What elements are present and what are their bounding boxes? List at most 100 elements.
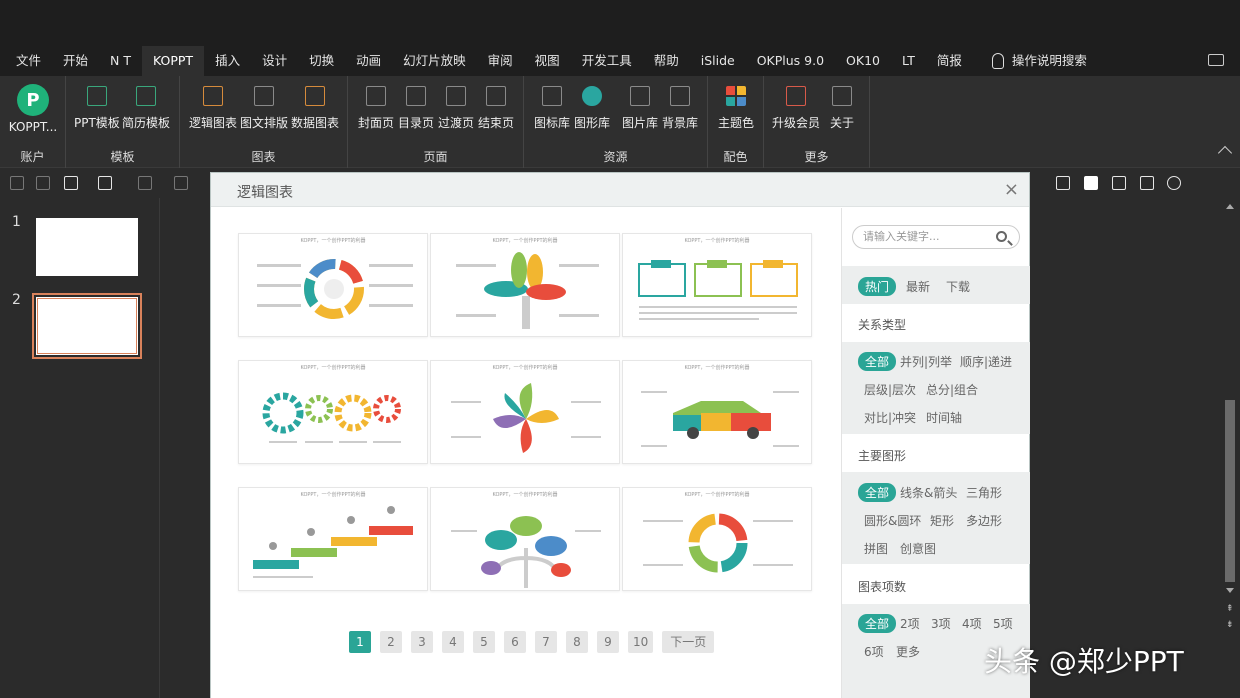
relation-filter-chip[interactable]: 层级|层次 [864, 381, 916, 398]
count-filter-chip[interactable]: 6项 [864, 643, 884, 660]
menu-animations[interactable]: 动画 [345, 46, 392, 76]
upgrade-member-button[interactable]: 升级会员 [772, 84, 820, 131]
page-button[interactable]: 10 [628, 631, 654, 653]
shape-filter-chip[interactable]: 矩形 [930, 512, 954, 529]
layout-button[interactable]: 图文排版 [240, 84, 288, 131]
toc-page-button[interactable]: 目录页 [398, 84, 434, 131]
shape-filter-chip[interactable]: 圆形&圆环 [864, 512, 921, 529]
next-slide-icon[interactable]: ⇟ [1226, 620, 1234, 630]
comment-icon[interactable] [1208, 54, 1224, 66]
keyword-search-input[interactable] [863, 230, 983, 243]
tell-me-search[interactable]: 操作说明搜索 [981, 46, 1098, 76]
sort-newest-tab[interactable]: 最新 [906, 278, 930, 295]
template-card[interactable]: KOPPT，一个创作PPT的利器 [622, 233, 812, 337]
logic-chart-button[interactable]: 逻辑图表 [189, 84, 237, 131]
menu-islide[interactable]: iSlide [690, 46, 746, 76]
count-filter-chip[interactable]: 4项 [962, 615, 982, 632]
cover-page-button[interactable]: 封面页 [358, 84, 394, 131]
vertical-scrollbar[interactable] [1222, 200, 1238, 640]
page-button[interactable]: 7 [535, 631, 557, 653]
menu-home[interactable]: 开始 [52, 46, 99, 76]
menu-developer[interactable]: 开发工具 [571, 46, 643, 76]
menu-koppt[interactable]: KOPPT [142, 46, 205, 76]
shape-filter-chip[interactable]: 三角形 [966, 484, 1002, 501]
page-button[interactable]: 2 [380, 631, 402, 653]
text-box-icon[interactable] [64, 176, 78, 190]
shape-outline-icon[interactable] [1112, 176, 1126, 190]
icon-library-button[interactable]: 图标库 [534, 84, 570, 131]
menu-file[interactable]: 文件 [0, 46, 52, 76]
template-card[interactable]: KOPPT，一个创作PPT的利器 [622, 360, 812, 464]
page-button[interactable]: 8 [566, 631, 588, 653]
template-card[interactable]: KOPPT，一个创作PPT的利器 [430, 487, 620, 591]
menu-okplus[interactable]: OKPlus 9.0 [746, 46, 835, 76]
resume-template-button[interactable]: 简历模板 [122, 84, 170, 131]
menu-nt[interactable]: N T [99, 46, 142, 76]
menu-view[interactable]: 视图 [524, 46, 571, 76]
menu-transitions[interactable]: 切换 [298, 46, 345, 76]
sort-download-tab[interactable]: 下载 [946, 278, 970, 295]
shape-filter-chip[interactable]: 创意图 [900, 540, 936, 557]
template-card[interactable]: KOPPT，一个创作PPT的利器 [238, 487, 428, 591]
menu-help[interactable]: 帮助 [643, 46, 690, 76]
page-button[interactable]: 3 [411, 631, 433, 653]
relation-filter-chip[interactable]: 对比|冲突 [864, 409, 916, 426]
ellipse-icon[interactable] [1167, 176, 1181, 190]
count-filter-chip[interactable]: 全部 [858, 614, 897, 633]
scroll-thumb[interactable] [1225, 400, 1235, 582]
relation-filter-chip[interactable]: 顺序|递进 [960, 353, 1012, 370]
background-library-button[interactable]: 背景库 [662, 84, 698, 131]
shape-fill-icon[interactable] [1084, 176, 1098, 190]
crop-icon[interactable] [1056, 176, 1070, 190]
sort-hot-tab[interactable]: 热门 [858, 277, 897, 296]
relation-filter-chip[interactable]: 时间轴 [926, 409, 962, 426]
page-button[interactable]: 1 [349, 631, 371, 653]
template-card[interactable]: KOPPT，一个创作PPT的利器 [238, 360, 428, 464]
end-page-button[interactable]: 结束页 [478, 84, 514, 131]
ppt-template-button[interactable]: PPT模板 [74, 84, 120, 131]
shape-filter-chip[interactable]: 多边形 [966, 512, 1002, 529]
close-icon[interactable]: × [1004, 179, 1019, 200]
relation-filter-chip[interactable]: 总分|组合 [926, 381, 978, 398]
transition-page-button[interactable]: 过渡页 [438, 84, 474, 131]
image-library-button[interactable]: 图片库 [622, 84, 658, 131]
menu-slideshow[interactable]: 幻灯片放映 [392, 46, 477, 76]
previous-slide-icon[interactable]: ⇞ [1226, 604, 1234, 614]
count-filter-chip[interactable]: 3项 [931, 615, 951, 632]
slide-thumbnail[interactable] [36, 218, 138, 276]
menu-ok10[interactable]: OK10 [835, 46, 891, 76]
count-filter-chip[interactable]: 5项 [993, 615, 1013, 632]
template-card[interactable]: KOPPT，一个创作PPT的利器 [622, 487, 812, 591]
shape-filter-chip[interactable]: 全部 [858, 483, 897, 502]
highlight-icon[interactable] [174, 176, 188, 190]
count-filter-chip[interactable]: 更多 [896, 643, 920, 660]
template-card[interactable]: KOPPT，一个创作PPT的利器 [430, 360, 620, 464]
relation-filter-chip[interactable]: 并列|列举 [900, 353, 952, 370]
about-button[interactable]: 关于 [830, 84, 854, 131]
relation-filter-chip[interactable]: 全部 [858, 352, 897, 371]
scroll-up-icon[interactable] [1226, 204, 1234, 209]
template-card[interactable]: KOPPT，一个创作PPT的利器 [238, 233, 428, 337]
text-direction-icon[interactable] [98, 176, 112, 190]
scroll-down-icon[interactable] [1226, 588, 1234, 593]
page-button[interactable]: 5 [473, 631, 495, 653]
search-icon[interactable] [996, 231, 1007, 242]
koppt-account-button[interactable]: P KOPPT... [8, 84, 58, 134]
collapse-ribbon-icon[interactable] [1217, 145, 1233, 161]
shape-filter-chip[interactable]: 拼图 [864, 540, 888, 557]
menu-design[interactable]: 设计 [251, 46, 298, 76]
menu-lt[interactable]: LT [891, 46, 926, 76]
page-button[interactable]: 6 [504, 631, 526, 653]
page-button[interactable]: 9 [597, 631, 619, 653]
menu-briefing[interactable]: 简报 [926, 46, 973, 76]
shape-library-button[interactable]: 图形库 [574, 84, 610, 131]
shape-filter-chip[interactable]: 线条&箭头 [900, 484, 957, 501]
template-card[interactable]: KOPPT，一个创作PPT的利器 [430, 233, 620, 337]
toolbar-icon[interactable] [10, 176, 24, 190]
page-button[interactable]: 4 [442, 631, 464, 653]
theme-color-button[interactable]: 主题色 [718, 84, 754, 131]
count-filter-chip[interactable]: 2项 [900, 615, 920, 632]
menu-review[interactable]: 审阅 [477, 46, 524, 76]
font-color-icon[interactable] [138, 176, 152, 190]
picture-icon[interactable] [1140, 176, 1154, 190]
